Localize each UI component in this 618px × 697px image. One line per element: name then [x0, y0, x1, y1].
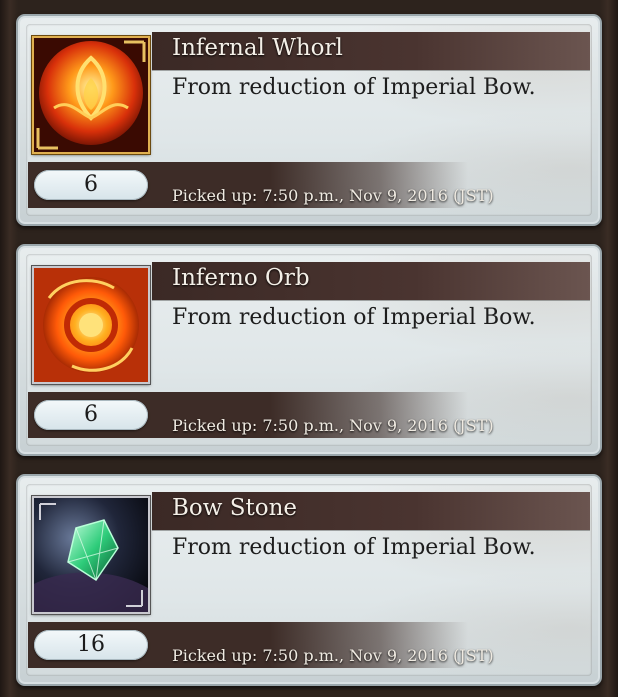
picked-up-timestamp: Picked up: 7:50 p.m., Nov 9, 2016 (JST): [172, 186, 494, 205]
item-description: From reduction of Imperial Bow.: [172, 535, 536, 560]
fire-orb-icon: [32, 266, 150, 384]
list-item[interactable]: Bow Stone From reduction of Imperial Bow…: [16, 474, 602, 686]
flame-whorl-icon: [32, 36, 150, 154]
item-description: From reduction of Imperial Bow.: [172, 305, 536, 330]
item-description: From reduction of Imperial Bow.: [172, 75, 536, 100]
green-crystal-icon: [32, 496, 150, 614]
item-name: Infernal Whorl: [172, 35, 343, 61]
list-item[interactable]: Inferno Orb From reduction of Imperial B…: [16, 244, 602, 456]
item-count: 16: [34, 630, 148, 660]
picked-up-timestamp: Picked up: 7:50 p.m., Nov 9, 2016 (JST): [172, 646, 494, 665]
picked-up-timestamp: Picked up: 7:50 p.m., Nov 9, 2016 (JST): [172, 416, 494, 435]
item-count: 6: [34, 400, 148, 430]
list-item[interactable]: Infernal Whorl From reduction of Imperia…: [16, 14, 602, 226]
item-name: Bow Stone: [172, 495, 298, 521]
item-name: Inferno Orb: [172, 265, 310, 291]
item-count: 6: [34, 170, 148, 200]
